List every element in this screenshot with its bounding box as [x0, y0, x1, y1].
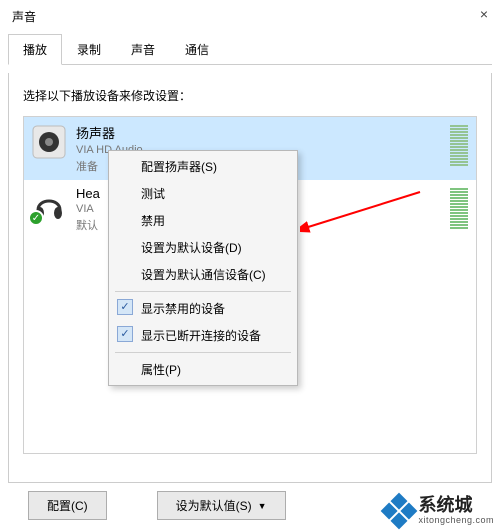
menu-configure-speakers[interactable]: 配置扬声器(S)	[111, 153, 295, 180]
window-title-text: 声音	[12, 10, 36, 24]
menu-test[interactable]: 测试	[111, 180, 295, 207]
watermark-en: xitongcheng.com	[418, 516, 494, 526]
watermark: 系统城 xitongcheng.com	[386, 496, 494, 526]
configure-button[interactable]: 配置(C)	[28, 491, 107, 520]
headphone-icon: ✓	[32, 188, 66, 222]
tab-communications[interactable]: 通信	[170, 34, 224, 65]
menu-disable[interactable]: 禁用	[111, 207, 295, 234]
set-default-button[interactable]: 设为默认值(S) ▼	[157, 491, 286, 520]
level-meter	[450, 125, 468, 166]
watermark-cn: 系统城	[418, 496, 494, 516]
context-menu: 配置扬声器(S) 测试 禁用 设置为默认设备(D) 设置为默认通信设备(C) ✓…	[108, 150, 298, 386]
checkmark-icon: ✓	[117, 299, 133, 315]
button-label: 配置(C)	[47, 497, 88, 514]
watermark-logo-icon	[381, 493, 418, 530]
menu-properties[interactable]: 属性(P)	[111, 356, 295, 383]
chevron-down-icon: ▼	[258, 501, 267, 511]
speaker-icon	[32, 125, 66, 159]
instruction-text: 选择以下播放设备来修改设置：	[23, 87, 477, 104]
close-icon[interactable]: ×	[480, 6, 488, 22]
device-name: 扬声器	[76, 123, 440, 142]
level-meter	[450, 188, 468, 229]
annotation-arrow-icon	[300, 190, 430, 240]
menu-separator	[115, 352, 291, 353]
menu-set-default[interactable]: 设置为默认设备(D)	[111, 234, 295, 261]
menu-set-default-comm[interactable]: 设置为默认通信设备(C)	[111, 261, 295, 288]
menu-show-disconnected[interactable]: ✓ 显示已断开连接的设备	[111, 322, 295, 349]
window-titlebar: 声音 ×	[0, 0, 500, 29]
tab-recording[interactable]: 录制	[62, 34, 116, 65]
tab-sounds[interactable]: 声音	[116, 34, 170, 65]
menu-separator	[115, 291, 291, 292]
button-label: 设为默认值(S)	[176, 497, 252, 514]
menu-label: 显示禁用的设备	[141, 302, 225, 316]
checkmark-icon: ✓	[117, 326, 133, 342]
menu-show-disabled[interactable]: ✓ 显示禁用的设备	[111, 295, 295, 322]
default-check-icon: ✓	[28, 210, 44, 226]
watermark-text: 系统城 xitongcheng.com	[418, 496, 494, 526]
menu-label: 显示已断开连接的设备	[141, 329, 261, 343]
tab-playback[interactable]: 播放	[8, 34, 62, 65]
tab-strip: 播放 录制 声音 通信	[8, 33, 492, 65]
